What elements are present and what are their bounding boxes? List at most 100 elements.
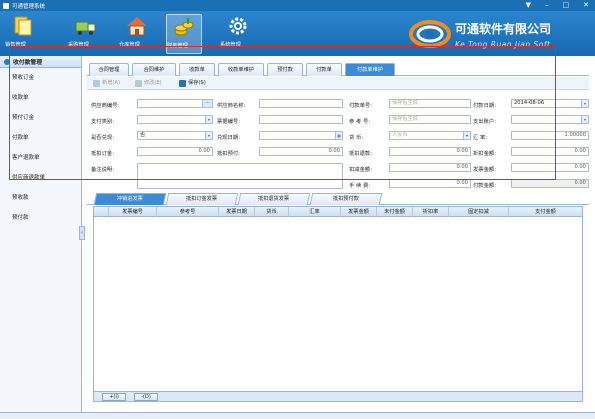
system-gear-icon: [229, 17, 247, 35]
sidebar-item-receipt[interactable]: 收款单: [0, 88, 81, 108]
remark-textarea[interactable]: [137, 163, 343, 189]
warehouse-house-icon: [127, 17, 147, 36]
sidebar-item-prepay-deposit[interactable]: 预付订金: [0, 108, 81, 128]
column-header[interactable]: 支付金额: [508, 207, 582, 217]
sidebar-item-advance-receipt[interactable]: 预收款: [0, 188, 81, 208]
grid-footer: +(I) -(D): [94, 391, 582, 401]
offset-refund-input[interactable]: 0.00: [389, 147, 471, 156]
tab-receipt-maintenance[interactable]: 收款单维护: [218, 63, 264, 76]
offset-prepay-input[interactable]: 0.00: [259, 147, 343, 156]
nav-label: 系统管理: [220, 42, 241, 48]
close-icon[interactable]: ✕: [583, 1, 589, 10]
handling-fee-input[interactable]: 0.00: [389, 179, 471, 188]
cashed-select[interactable]: 否 ▾: [137, 131, 213, 140]
nav-system-management[interactable]: 系统管理: [220, 14, 256, 54]
column-header[interactable]: 发票金额: [340, 207, 376, 217]
window-controls: ▼ – □ ✕: [526, 1, 589, 10]
subtab-prepayment-offset[interactable]: 抵扣预付款: [309, 193, 383, 205]
column-header[interactable]: 汇率: [288, 207, 340, 217]
cash-date-picker[interactable]: ▦: [259, 131, 343, 140]
column-header[interactable]: 参考号: [156, 207, 218, 217]
column-header[interactable]: 未付金额: [376, 207, 412, 217]
offset-refund-label: 抵扣退款:: [349, 151, 372, 157]
sidebar-item-advance-deposit[interactable]: 预收订金: [0, 68, 81, 88]
payment-date-value: 2014-08-06: [514, 100, 545, 106]
remark-label: 备注说明:: [91, 167, 114, 173]
nav-warehouse-management[interactable]: 仓库管理: [119, 14, 155, 54]
sidebar-collapse-button[interactable]: ‹: [79, 226, 85, 240]
payment-no-input[interactable]: 保存后生成: [389, 99, 471, 108]
invoice-amount-label: 发票金额:: [473, 167, 496, 173]
offset-deposit-input[interactable]: 0.00: [137, 147, 213, 156]
tab-payment[interactable]: 付款单: [306, 63, 342, 76]
subtab-offset-invoice[interactable]: 冲销进发票: [93, 193, 167, 205]
tab-contract-management[interactable]: 合同管理: [89, 63, 129, 76]
column-header[interactable]: 货币: [254, 207, 288, 217]
sidebar-item-supplier-refund[interactable]: 供应商退款单: [0, 168, 81, 188]
subtab-label: 冲销进发票: [116, 196, 143, 202]
discount-amount-input[interactable]: 0.00: [511, 147, 589, 156]
sidebar-item-prepayment[interactable]: 预付款: [0, 208, 81, 228]
column-header[interactable]: 折扣率: [412, 207, 448, 217]
chevron-down-icon: ▾: [205, 132, 212, 139]
nav-purchase-management[interactable]: 采购管理: [68, 14, 104, 54]
currency-select[interactable]: 人民币 ▾: [389, 131, 471, 140]
cash-date-label: 兑现日期:: [217, 135, 240, 141]
nav-label: 仓库管理: [119, 42, 140, 48]
cashed-value: 否: [140, 132, 146, 138]
subtab-label: 抵扣预付款: [332, 196, 359, 202]
status-strip: [0, 412, 595, 419]
subtab-return-invoice[interactable]: 抵扣退货发票: [237, 193, 311, 205]
column-header[interactable]: 固定扣减: [448, 207, 508, 217]
invoice-grid[interactable]: 发票编号 参考号 发票日期 货币 汇率 发票金额 未付金额 折扣率 固定扣减 支…: [93, 206, 583, 402]
main-header: 销售管理 采购管理 仓库管理 财务管理 系统管理 可通软件有限公司 Ke Ton…: [0, 11, 595, 56]
payment-date-label: 付款日期:: [473, 103, 496, 109]
column-header[interactable]: 发票日期: [218, 207, 254, 217]
maximize-icon[interactable]: □: [563, 1, 570, 10]
nav-finance-management[interactable]: 财务管理: [166, 14, 202, 54]
window-title: 可通管理系统: [12, 3, 46, 10]
column-header[interactable]: 发票编号: [108, 207, 156, 217]
payment-type-select[interactable]: ▾: [137, 115, 213, 124]
chevron-down-icon: ▾: [463, 132, 470, 139]
new-button-label: 新增(A): [102, 80, 120, 86]
minimize-icon[interactable]: –: [545, 1, 549, 10]
calendar-dropdown-icon[interactable]: ▾: [581, 100, 588, 107]
lookup-ellipsis-icon[interactable]: ···: [202, 100, 212, 107]
deduct-amount-label: 扣减金额:: [349, 167, 372, 173]
document-tabs: 合同管理 合同维护 收款单 收款单维护 预付款 付款单 付款单维护: [87, 60, 589, 76]
calendar-icon[interactable]: ▦: [335, 132, 342, 139]
remove-row-button[interactable]: -(D): [134, 393, 158, 401]
sidebar-item-payment[interactable]: 付款单: [0, 128, 81, 148]
payment-amount-label: 付款金额:: [473, 183, 496, 189]
subtab-deposit-invoice[interactable]: 抵扣订金发票: [165, 193, 239, 205]
save-button[interactable]: 保存(S): [179, 79, 206, 88]
edit-button[interactable]: 修改(E): [135, 79, 162, 88]
invoice-no-input[interactable]: [259, 115, 343, 124]
payment-type-label: 支付类别:: [91, 119, 114, 125]
deduct-amount-input[interactable]: 0.00: [389, 163, 471, 172]
new-button[interactable]: 新增(A): [93, 79, 120, 88]
grid-header: 发票编号 参考号 发票日期 货币 汇率 发票金额 未付金额 折扣率 固定扣减 支…: [94, 207, 582, 217]
ref-no-input[interactable]: 保存后生成: [389, 115, 471, 124]
supplier-name-input[interactable]: [259, 99, 343, 108]
nav-sales-management[interactable]: 销售管理: [5, 14, 41, 54]
company-logo: 可通软件有限公司 Ke Tong Ruan Jian Soft: [403, 15, 593, 53]
chevron-down-icon: ▾: [581, 116, 588, 123]
tab-prepayment[interactable]: 预付款: [267, 63, 303, 76]
tab-payment-maintenance[interactable]: 付款单维护: [345, 63, 395, 76]
sidebar-item-customer-refund[interactable]: 客户退款单: [0, 148, 81, 168]
tab-contract-maintenance[interactable]: 合同维护: [132, 63, 176, 76]
invoice-amount-input[interactable]: 0.00: [511, 163, 589, 172]
tab-receipt[interactable]: 收款单: [179, 63, 215, 76]
dropdown-menu-icon[interactable]: ▼: [526, 1, 531, 10]
exchange-rate-input[interactable]: 1.00000: [511, 131, 589, 140]
detail-subtabs: 冲销进发票 抵扣订金发票 抵扣退货发票 抵扣预付款: [87, 191, 589, 205]
add-row-button[interactable]: +(I): [102, 393, 126, 401]
supplier-code-label: 供应商编号:: [91, 103, 120, 109]
payee-account-select[interactable]: ▾: [511, 115, 589, 124]
supplier-code-input[interactable]: ···: [137, 99, 213, 108]
payment-date-picker[interactable]: 2014-08-06 ▾: [511, 99, 589, 108]
sidebar-header[interactable]: 收付款管理: [0, 56, 81, 68]
currency-label: 货 币:: [349, 135, 364, 141]
